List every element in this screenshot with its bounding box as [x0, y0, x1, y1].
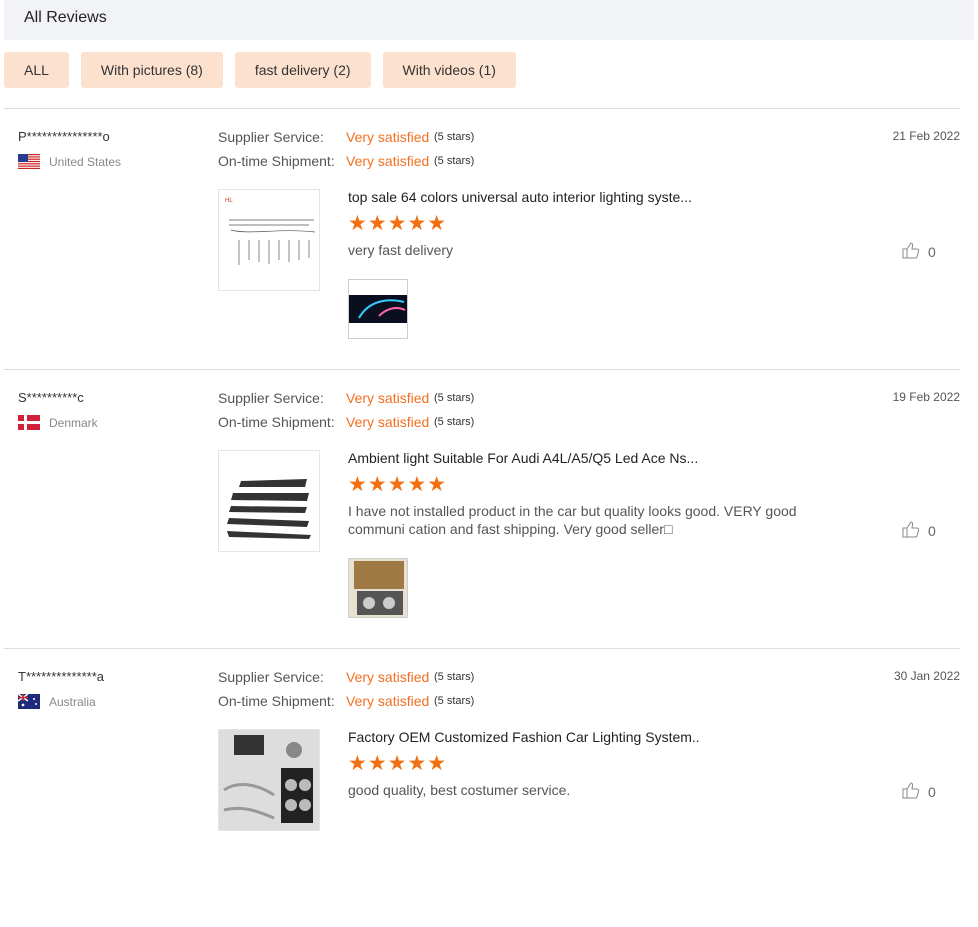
thumbs-up-icon: [902, 241, 920, 262]
supplier-service-rating: Supplier Service: Very satisfied (5 stars): [218, 669, 474, 685]
filter-bar: ALL With pictures (8) fast delivery (2) …: [4, 52, 516, 88]
rating-value: Very satisfied: [346, 153, 430, 169]
review-text: good quality, best costumer service.: [348, 782, 571, 798]
rating-stars-text: (5 stars): [434, 695, 475, 707]
flag-icon: [17, 693, 40, 709]
rating-stars-text: (5 stars): [434, 416, 475, 428]
rating-value: Very satisfied: [346, 669, 430, 685]
country-name: Denmark: [49, 415, 98, 430]
product-title-link[interactable]: top sale 64 colors universal auto interi…: [348, 189, 692, 205]
country-name: United States: [49, 154, 122, 169]
rating-value: Very satisfied: [346, 414, 430, 430]
supplier-service-rating: Supplier Service: Very satisfied (5 stars): [218, 390, 474, 406]
review-photo-thumbnail[interactable]: [348, 279, 408, 339]
svg-text:HL: HL: [225, 198, 233, 204]
product-title-link[interactable]: Factory OEM Customized Fashion Car Light…: [348, 729, 700, 745]
filter-with-pictures[interactable]: With pictures (8): [80, 52, 223, 88]
reviewer-country: Australia: [17, 693, 96, 709]
star-rating: ★★★★★: [348, 752, 448, 775]
rating-label: On-time Shipment:: [218, 693, 335, 709]
reviewer-name: P***************o: [18, 129, 110, 144]
flag-icon: [18, 154, 40, 170]
rating-stars-text: (5 stars): [434, 131, 475, 143]
rating-label: On-time Shipment:: [218, 414, 335, 430]
like-count: 0: [928, 243, 936, 260]
rating-stars-text: (5 stars): [434, 155, 475, 167]
like-count: 0: [928, 522, 936, 539]
shipment-rating: On-time Shipment: Very satisfied (5 stars): [218, 153, 474, 169]
like-button[interactable]: 0: [902, 241, 936, 262]
reviewer-country: Denmark: [18, 415, 98, 430]
thumbs-up-icon: [902, 520, 920, 541]
rating-value: Very satisfied: [346, 390, 430, 406]
review-text: very fast delivery: [348, 242, 454, 258]
filter-fast-delivery[interactable]: fast delivery (2): [234, 52, 371, 88]
review-date: 30 Jan 2022: [893, 669, 960, 683]
product-image[interactable]: [218, 450, 320, 552]
rating-stars-text: (5 stars): [434, 392, 475, 404]
shipment-rating: On-time Shipment: Very satisfied (5 stars): [218, 693, 474, 709]
flag-icon: [18, 415, 40, 430]
like-count: 0: [928, 783, 936, 800]
product-image[interactable]: HL: [218, 189, 320, 291]
review-date: 21 Feb 2022: [892, 129, 960, 143]
star-rating: ★★★★★: [348, 212, 448, 235]
filter-all[interactable]: ALL: [4, 52, 69, 88]
supplier-service-rating: Supplier Service: Very satisfied (5 stars): [218, 129, 474, 145]
page-title: All Reviews: [24, 9, 107, 26]
reviewer-country: United States: [18, 154, 122, 170]
product-image[interactable]: [218, 729, 320, 831]
rating-value: Very satisfied: [346, 129, 430, 145]
thumbs-up-icon: [902, 781, 920, 802]
rating-label: Supplier Service:: [218, 669, 324, 685]
product-title-link[interactable]: Ambient light Suitable For Audi A4L/A5/Q…: [348, 450, 698, 466]
review-item: P***************o United States Supplier S…: [4, 108, 960, 387]
review-date: 19 Feb 2022: [892, 390, 960, 404]
review-item: T**************a Australia Supplier Servic…: [4, 648, 960, 927]
review-photo-thumbnail[interactable]: [348, 558, 408, 618]
filter-with-videos[interactable]: With videos (1): [382, 52, 516, 88]
reviews-header: All Reviews: [4, 0, 974, 40]
star-rating: ★★★★★: [348, 473, 448, 496]
review-text: I have not installed product in the car …: [348, 503, 797, 537]
rating-label: Supplier Service:: [218, 129, 324, 145]
rating-label: On-time Shipment:: [218, 153, 335, 169]
rating-label: Supplier Service:: [218, 390, 324, 406]
like-button[interactable]: 0: [902, 781, 936, 802]
review-item: S**********c Denmark Supplier Service: Very…: [4, 369, 960, 648]
reviewer-name: T**************a: [18, 669, 104, 684]
rating-stars-text: (5 stars): [434, 671, 475, 683]
like-button[interactable]: 0: [902, 520, 936, 541]
shipment-rating: On-time Shipment: Very satisfied (5 stars): [218, 414, 474, 430]
rating-value: Very satisfied: [346, 693, 430, 709]
reviewer-name: S**********c: [18, 390, 84, 405]
country-name: Australia: [49, 694, 96, 709]
